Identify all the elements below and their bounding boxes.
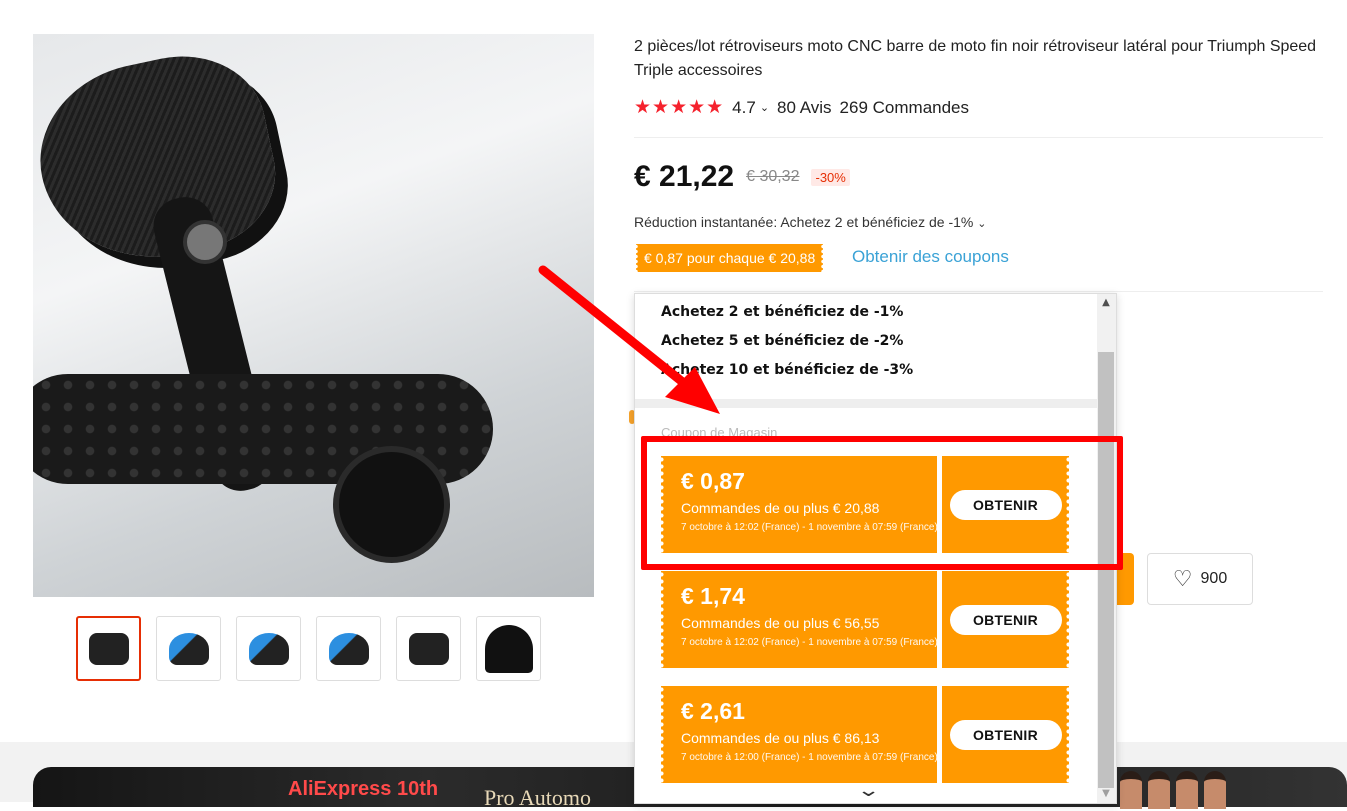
scroll-up-arrow-icon[interactable]: ▲ — [1098, 297, 1114, 308]
coupon-minimum: Commandes de ou plus € 86,13 — [681, 730, 880, 746]
coupon-details: € 2,61 Commandes de ou plus € 86,13 7 oc… — [659, 686, 942, 783]
person-graphic — [1204, 771, 1226, 809]
person-graphic — [1148, 771, 1170, 809]
rating-row: ★★★★★ 4.7 ⌄ 80 Avis 269 Commandes — [634, 96, 969, 119]
heart-icon: ♡ — [1172, 566, 1193, 591]
coupon-details: € 1,74 Commandes de ou plus € 56,55 7 oc… — [659, 571, 942, 668]
thumbnail-4[interactable] — [316, 616, 381, 681]
current-price: € 21,22 — [634, 160, 735, 193]
wishlist-button[interactable]: ♡ 900 — [1147, 553, 1253, 605]
annotation-arrow-icon — [538, 265, 720, 414]
person-graphic — [1176, 771, 1198, 809]
orders-count: 269 Commandes — [839, 97, 970, 117]
coupon-validity: 7 octobre à 12:02 (France) - 1 novembre … — [681, 637, 938, 648]
coupon-validity: 7 octobre à 12:00 (France) - 1 novembre … — [681, 752, 938, 763]
product-main-image — [33, 34, 594, 597]
thumbnail-6[interactable] — [476, 616, 541, 681]
mirror-bolt-graphic — [183, 220, 227, 264]
divider — [634, 291, 1323, 292]
instant-reduction-text: Réduction instantanée: Achetez 2 et béné… — [634, 214, 974, 230]
scroll-down-arrow-icon[interactable]: ▼ — [1098, 788, 1114, 799]
mirror-set-thumb-icon — [328, 632, 369, 665]
divider — [634, 137, 1323, 138]
original-price: € 30,32 — [746, 168, 800, 185]
coupon-minimum: Commandes de ou plus € 56,55 — [681, 615, 880, 631]
store-coupon-2: € 1,74 Commandes de ou plus € 56,55 7 oc… — [659, 571, 1071, 668]
banner-subtitle: Pro Automo — [484, 785, 591, 810]
coupon-action: OBTENIR — [942, 686, 1071, 783]
thumbnail-strip — [76, 616, 541, 681]
blue-mirror-thumb-icon — [168, 632, 209, 665]
highlight-box — [641, 436, 1123, 570]
person-graphic — [1120, 771, 1142, 809]
scrollbar-thumb[interactable] — [1098, 352, 1114, 788]
chevron-down-icon[interactable]: ⌄ — [760, 101, 769, 114]
thumbnail-3[interactable] — [236, 616, 301, 681]
instant-reduction[interactable]: Réduction instantanée: Achetez 2 et béné… — [634, 214, 986, 230]
thumbnail-1[interactable] — [76, 616, 141, 681]
rating-value[interactable]: 4.7 — [732, 98, 756, 118]
blue-mirror-pair-thumb-icon — [248, 632, 289, 665]
bar-end-graphic — [333, 446, 450, 563]
coupon-action: OBTENIR — [942, 571, 1071, 668]
obtain-button[interactable]: OBTENIR — [949, 604, 1062, 635]
reviews-count[interactable]: 80 Avis — [777, 98, 832, 118]
get-coupons-link[interactable]: Obtenir des coupons — [852, 247, 1009, 267]
store-coupon-3: € 2,61 Commandes de ou plus € 86,13 7 oc… — [659, 686, 1071, 783]
mirror-cap-thumb-icon — [484, 624, 533, 673]
price-row: € 21,22 € 30,32 -30% — [634, 160, 850, 194]
product-title: 2 pièces/lot rétroviseurs moto CNC barre… — [634, 38, 1317, 79]
discount-badge: -30% — [811, 168, 850, 186]
star-rating-icon: ★★★★★ — [634, 97, 725, 118]
thumbnail-5[interactable] — [396, 616, 461, 681]
chevron-down-icon: ⌄ — [977, 218, 987, 230]
coupon-amount: € 1,74 — [681, 583, 745, 609]
chevron-down-icon[interactable]: ⌄ — [856, 780, 880, 801]
obtain-button[interactable]: OBTENIR — [949, 719, 1062, 750]
wishlist-count: 900 — [1200, 570, 1228, 587]
banner-people-graphic — [1120, 771, 1226, 809]
parts-thumb-icon — [408, 632, 449, 665]
coupon-amount: € 2,61 — [681, 698, 745, 724]
thumbnail-2[interactable] — [156, 616, 221, 681]
banner-title: AliExpress 10th — [288, 778, 439, 800]
mirror-thumb-icon — [88, 632, 129, 665]
